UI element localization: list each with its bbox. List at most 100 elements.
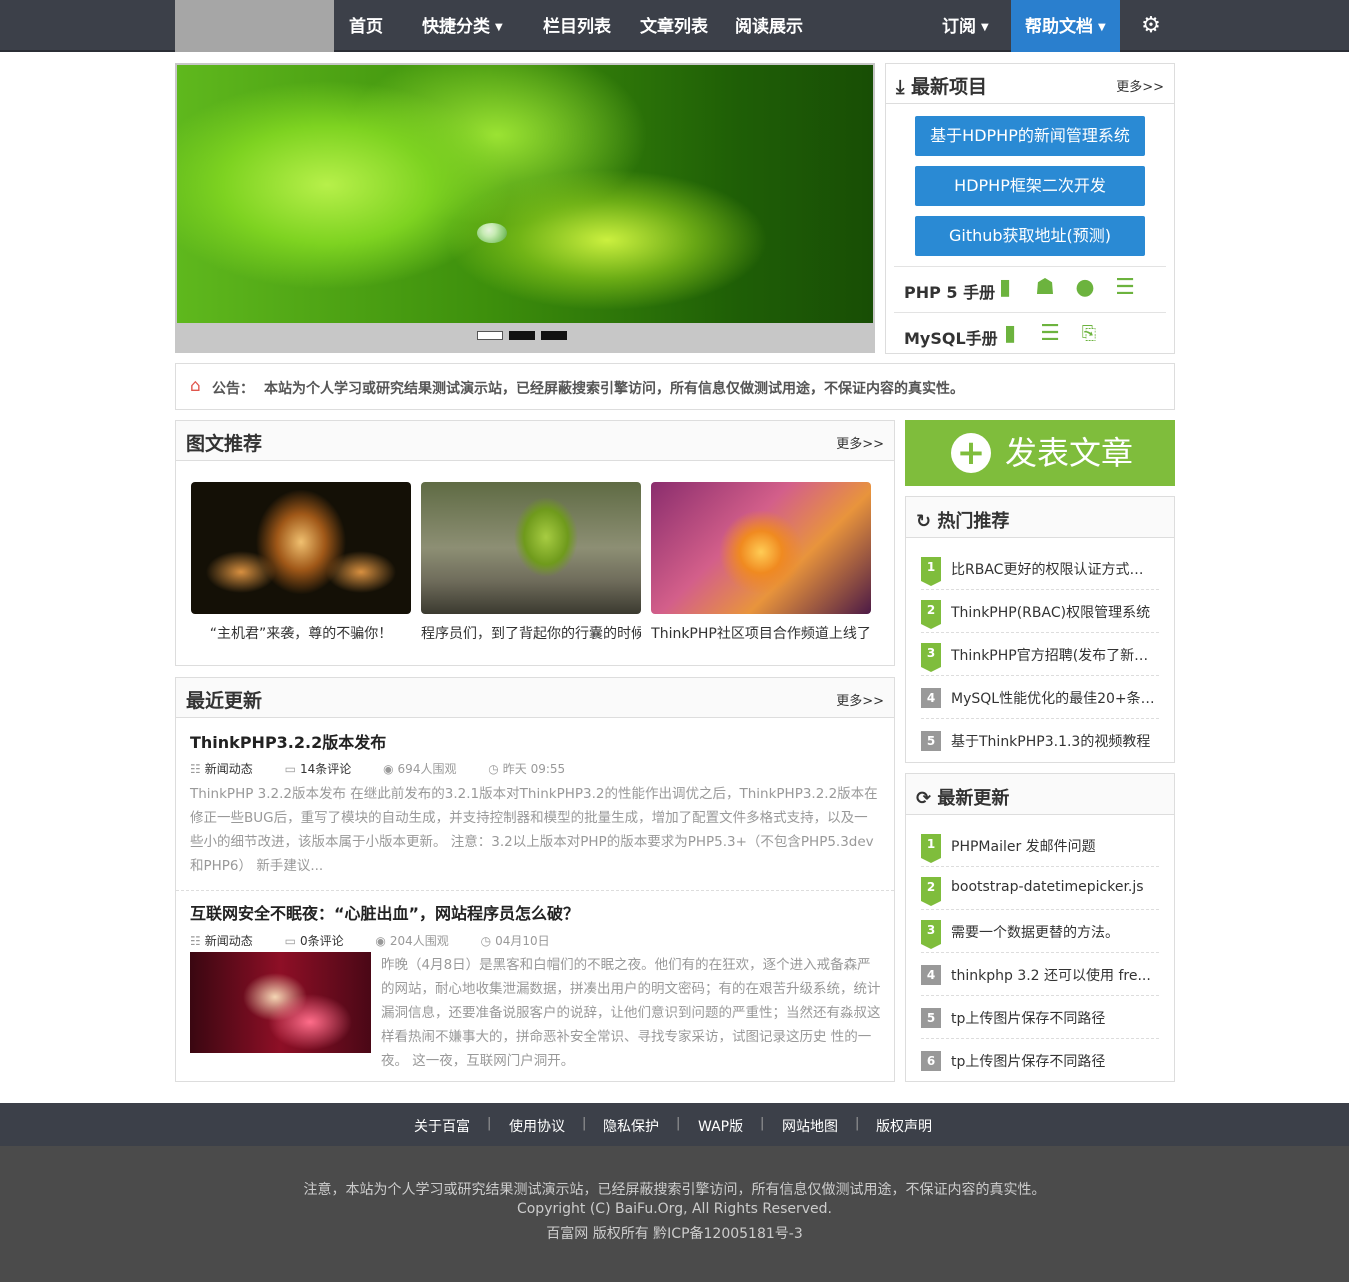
- article-views: 204人围观: [389, 934, 449, 948]
- more-link[interactable]: 更多>>: [836, 690, 884, 709]
- list-item-text[interactable]: tp上传图片保存不同路径: [951, 1051, 1157, 1071]
- article-category[interactable]: 新闻动态: [205, 762, 253, 776]
- book-icon[interactable]: ▮: [993, 275, 1017, 301]
- nav-quick-label: 快捷分类: [422, 17, 490, 37]
- article-comments[interactable]: 14条评论: [300, 762, 351, 776]
- nav-columns[interactable]: 栏目列表: [543, 0, 611, 52]
- featured-caption[interactable]: “主机君”来袭，尊的不骗你！: [191, 623, 411, 643]
- panel-header: ⟳ 最新更新: [906, 774, 1174, 815]
- image-slider[interactable]: [175, 63, 875, 353]
- document-icon[interactable]: ☰: [1113, 275, 1137, 301]
- list-item[interactable]: 5 tp上传图片保存不同路径: [921, 996, 1159, 1039]
- nav-home[interactable]: 首页: [349, 0, 383, 52]
- footer-copyright: Copyright (C) BaiFu.Org, All Rights Rese…: [516, 1201, 833, 1217]
- slider-dot-2[interactable]: [509, 331, 535, 340]
- project-button-framework[interactable]: HDPHP框架二次开发: [915, 166, 1145, 206]
- project-button-news-system[interactable]: 基于HDPHP的新闻管理系统: [915, 116, 1145, 156]
- rank-badge: 1: [921, 557, 941, 586]
- nav-subscribe[interactable]: 订阅 ▼: [942, 0, 989, 52]
- separator: |: [487, 1116, 492, 1131]
- book-icon[interactable]: ▮: [998, 321, 1022, 347]
- featured-thumb-2[interactable]: [421, 482, 641, 614]
- list-item[interactable]: 2 bootstrap-datetimepicker.js: [921, 867, 1159, 910]
- more-link[interactable]: 更多>>: [1116, 76, 1164, 95]
- latest-projects-title: 最新项目: [911, 76, 988, 98]
- article-time: 04月10日: [495, 934, 550, 948]
- comment-icon: ▭: [284, 934, 296, 948]
- list-item[interactable]: 2 ThinkPHP(RBAC)权限管理系统: [921, 590, 1159, 633]
- list-item-text[interactable]: 基于ThinkPHP3.1.3的视频教程: [951, 731, 1157, 751]
- featured-caption[interactable]: 程序员们，到了背起你的行囊的时候了: [421, 623, 641, 643]
- site-footer: 注意，本站为个人学习或研究结果测试演示站，已经屏蔽搜索引擎访问，所有信息仅做测试…: [0, 1146, 1349, 1282]
- featured-thumb-3[interactable]: [651, 482, 871, 614]
- article-title[interactable]: 互联网安全不眠夜：“心脏出血”，网站程序员怎么破？: [190, 900, 579, 924]
- featured-caption[interactable]: ThinkPHP社区项目合作频道上线了: [651, 623, 871, 643]
- home-icon: ⌂: [190, 376, 201, 396]
- list-item-text[interactable]: bootstrap-datetimepicker.js: [951, 879, 1157, 895]
- article-views: 694人围观: [397, 762, 457, 776]
- footer-link-about[interactable]: 关于百富: [414, 1116, 470, 1136]
- latest-updates-title: 最新更新: [937, 788, 1010, 809]
- list-item[interactable]: 1 比RBAC更好的权限认证方式（Auth类认证）: [921, 547, 1159, 590]
- pdf-icon[interactable]: ⎘: [1077, 321, 1101, 347]
- list-item-text[interactable]: 比RBAC更好的权限认证方式（Auth类认证）: [951, 559, 1157, 579]
- gear-icon[interactable]: ⚙: [1138, 13, 1164, 39]
- list-item[interactable]: 6 tp上传图片保存不同路径: [921, 1039, 1159, 1082]
- rank-badge: 3: [921, 920, 941, 949]
- latest-updates-panel: ⟳ 最新更新 1 PHPMailer 发邮件问题 2 bootstrap-datet…: [905, 773, 1175, 1082]
- project-button-github[interactable]: Github获取地址(预测): [915, 216, 1145, 256]
- list-item-text[interactable]: ThinkPHP官方招聘(发布了新职位): [951, 645, 1157, 665]
- clock-icon: ◷: [488, 762, 499, 776]
- manual-label: MySQL手册: [904, 329, 998, 348]
- slider-dot-1[interactable]: [477, 331, 503, 340]
- post-article-button[interactable]: + 发表文章: [905, 420, 1175, 486]
- article-thumbnail[interactable]: [190, 952, 371, 1053]
- nav-help-label: 帮助文档: [1025, 17, 1093, 37]
- chevron-down-icon: ▼: [495, 22, 503, 33]
- article-comments[interactable]: 0条评论: [300, 934, 344, 948]
- footer-link-terms[interactable]: 使用协议: [509, 1116, 565, 1136]
- footer-notice: 注意，本站为个人学习或研究结果测试演示站，已经屏蔽搜索引擎访问，所有信息仅做测试…: [303, 1182, 1046, 1198]
- footer-links-bar: 关于百富 | 使用协议 | 隐私保护 | WAP版 | 网站地图 | 版权声明: [0, 1103, 1349, 1146]
- featured-thumb-1[interactable]: [191, 482, 411, 614]
- list-item[interactable]: 3 ThinkPHP官方招聘(发布了新职位): [921, 633, 1159, 676]
- list-icon: ☷: [190, 934, 201, 948]
- footer-link-wap[interactable]: WAP版: [698, 1116, 743, 1136]
- list-item[interactable]: 4 thinkphp 3.2 还可以使用 fre...: [921, 953, 1159, 996]
- sync-icon: ⟳: [916, 788, 932, 809]
- rank-badge: 2: [921, 877, 941, 906]
- download-icon: ⤓: [896, 76, 905, 98]
- android-icon[interactable]: ☗: [1033, 275, 1057, 301]
- document-icon[interactable]: ☰: [1038, 321, 1062, 347]
- list-item[interactable]: 5 基于ThinkPHP3.1.3的视频教程: [921, 719, 1159, 762]
- nav-reading[interactable]: 阅读展示: [735, 0, 803, 52]
- footer-link-privacy[interactable]: 隐私保护: [603, 1116, 659, 1136]
- footer-link-copyright[interactable]: 版权声明: [876, 1116, 932, 1136]
- list-item-text[interactable]: MySQL性能优化的最佳20+条经验: [951, 688, 1157, 708]
- slider-dot-3[interactable]: [541, 331, 567, 340]
- chevron-down-icon: ▼: [1098, 22, 1106, 33]
- article-title[interactable]: ThinkPHP3.2.2版本发布: [190, 729, 386, 753]
- article-category[interactable]: 新闻动态: [205, 934, 253, 948]
- list-item-text[interactable]: 需要一个数据更替的方法。: [951, 922, 1157, 942]
- list-item[interactable]: 1 PHPMailer 发邮件问题: [921, 824, 1159, 867]
- site-logo[interactable]: [175, 0, 334, 52]
- nav-articles[interactable]: 文章列表: [640, 0, 708, 52]
- nav-quick-categories[interactable]: 快捷分类 ▼: [422, 0, 503, 52]
- list-item-text[interactable]: thinkphp 3.2 还可以使用 fre...: [951, 965, 1157, 985]
- nav-help-docs[interactable]: 帮助文档 ▼: [1011, 0, 1120, 52]
- list-item-text[interactable]: tp上传图片保存不同路径: [951, 1008, 1157, 1028]
- panel-title: ⤓ 最新项目: [896, 72, 987, 99]
- list-item[interactable]: 3 需要一个数据更替的方法。: [921, 910, 1159, 953]
- list-item-text[interactable]: PHPMailer 发邮件问题: [951, 836, 1157, 856]
- slide-image-leaf[interactable]: [177, 65, 873, 323]
- more-link[interactable]: 更多>>: [836, 433, 884, 452]
- apple-icon[interactable]: ●: [1073, 275, 1097, 301]
- article-time: 昨天 09:55: [502, 762, 566, 776]
- list-item[interactable]: 4 MySQL性能优化的最佳20+条经验: [921, 676, 1159, 719]
- refresh-icon: ↻: [916, 511, 932, 532]
- footer-link-sitemap[interactable]: 网站地图: [782, 1116, 838, 1136]
- notice-label: 公告：: [212, 381, 254, 397]
- article-meta: ☷ 新闻动态 ▭ 14条评论 ◉ 694人围观 ◷ 昨天 09:55: [190, 760, 569, 777]
- list-item-text[interactable]: ThinkPHP(RBAC)权限管理系统: [951, 602, 1157, 622]
